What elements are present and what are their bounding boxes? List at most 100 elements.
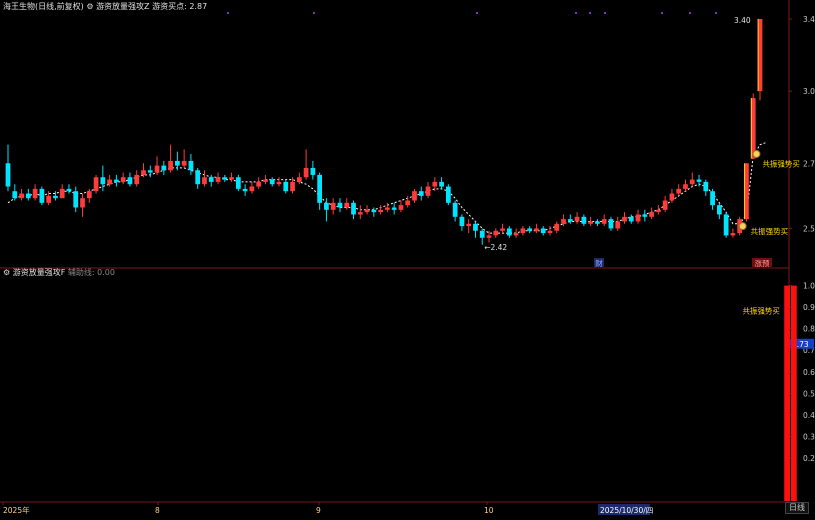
candle-body <box>683 184 688 189</box>
candle-body <box>174 160 180 166</box>
candle-body <box>181 160 187 166</box>
y-tick-label-2: 2.78 <box>803 159 815 168</box>
x-label-2: 9 <box>316 506 321 515</box>
candle-body <box>540 228 546 234</box>
signal-line <box>7 141 767 234</box>
chart-svg[interactable]: 3.403.092.782.503.40←2.42共振强势买共振强势买财涨预1.… <box>0 0 815 516</box>
signal-dot-4 <box>589 12 591 14</box>
sub-indicator-icon[interactable]: ⚙ <box>3 268 10 277</box>
candle-body <box>567 219 573 222</box>
signal-dot-8 <box>715 12 717 14</box>
main-header: 海王生物(日线,前复权) ⚙ 游资放量强攻Z 游资买点: 2.87 <box>3 2 207 12</box>
buy-label: 游资买点: <box>152 2 187 11</box>
candle-body <box>337 202 343 208</box>
candle-body <box>398 205 404 210</box>
signal-dot-0 <box>227 12 229 14</box>
period-mode: (日线,前复权) <box>35 2 84 11</box>
candle-body <box>703 181 709 192</box>
buy-value: 2.87 <box>189 2 208 11</box>
period-button[interactable]: 日线 <box>785 502 809 514</box>
candle-body <box>710 191 715 206</box>
candle-body <box>479 230 485 238</box>
candle-body <box>310 167 316 175</box>
sub-y-tick-label-7: 0.30 <box>803 432 815 441</box>
sub-y-tick-label-1: 0.90 <box>803 303 815 312</box>
candle-body <box>595 221 600 224</box>
candle-body <box>93 177 99 192</box>
candle-body <box>46 195 52 203</box>
candle-body <box>12 191 18 199</box>
candle-body <box>188 160 194 171</box>
x-label-3: 10 <box>484 506 494 515</box>
candle-body <box>296 177 302 182</box>
indicator-name[interactable]: 游资放量强攻Z <box>96 2 149 11</box>
candle-body <box>19 193 24 199</box>
candle-body <box>161 165 167 171</box>
candle-body <box>730 233 736 236</box>
x-label-1: 8 <box>155 506 160 515</box>
candle-body <box>357 212 363 215</box>
candle-body <box>391 207 397 210</box>
candle-body <box>235 177 241 189</box>
candle-body <box>432 181 438 187</box>
candle-body <box>39 188 45 203</box>
y-tick-label-3: 2.50 <box>803 224 815 233</box>
candle-body <box>656 209 661 213</box>
candle-body <box>5 163 11 187</box>
candle-body <box>364 209 370 213</box>
sub-indicator-name[interactable]: 游资放量强攻F <box>13 268 66 277</box>
sub-y-tick-label-0: 1.00 <box>803 282 815 291</box>
candle-body <box>168 160 173 171</box>
candle-body <box>229 177 234 180</box>
signal-dot-5 <box>604 12 606 14</box>
sub-y-tick-label-6: 0.40 <box>803 411 815 420</box>
sub-header: ⚙ 游资放量强攻F 辅助线: 0.00 <box>3 268 115 278</box>
candle-body <box>649 212 654 217</box>
candle-body <box>588 221 594 224</box>
candle-body <box>615 221 621 229</box>
candle-body <box>676 188 682 194</box>
sub-y-tick-label-4: 0.60 <box>803 368 815 377</box>
x-current-date: 2025/10/30/四 <box>600 506 653 515</box>
candle-body <box>195 170 201 185</box>
candle-body <box>506 228 512 236</box>
candle-body <box>269 179 275 185</box>
candle-body <box>669 193 675 201</box>
high-price-label: 3.40 <box>734 16 751 25</box>
candle-body <box>716 205 722 215</box>
candle-body <box>581 216 587 224</box>
candle-body <box>642 214 648 217</box>
sub-annotation: 共振强势买 <box>742 306 780 316</box>
candle-body <box>107 179 112 185</box>
candle-body <box>425 186 431 196</box>
signal-dot-6 <box>661 12 663 14</box>
aux-label: 辅助线: <box>67 268 95 277</box>
candle-body <box>249 186 255 192</box>
x-label-0: 2025年 <box>3 505 30 515</box>
candle-body <box>25 193 31 199</box>
candle-body <box>412 191 417 201</box>
candle-body <box>290 181 295 192</box>
candle-body <box>534 228 539 231</box>
volume-signal-bar-1 <box>791 285 797 501</box>
candle-body <box>344 202 350 208</box>
indicator-icon[interactable]: ⚙ <box>86 2 93 11</box>
low-price-label: ←2.42 <box>484 243 507 252</box>
candle-body <box>723 214 729 236</box>
candle-body <box>324 202 329 210</box>
candle-body <box>662 200 668 210</box>
sub-y-tick-label-2: 0.80 <box>803 325 815 334</box>
candle-body <box>53 195 58 199</box>
candle-body <box>256 181 262 187</box>
candle-body <box>276 181 282 185</box>
candle-body <box>466 223 472 227</box>
candle-body <box>303 167 309 178</box>
sub-y-tick-label-5: 0.50 <box>803 389 815 398</box>
candle-body <box>493 230 499 236</box>
candle-body <box>527 228 533 231</box>
candle-body <box>120 177 126 182</box>
candle-body <box>127 177 133 185</box>
signal-dot-3 <box>575 12 577 14</box>
marker-cai: 财 <box>595 258 603 268</box>
candle-body <box>263 179 268 182</box>
